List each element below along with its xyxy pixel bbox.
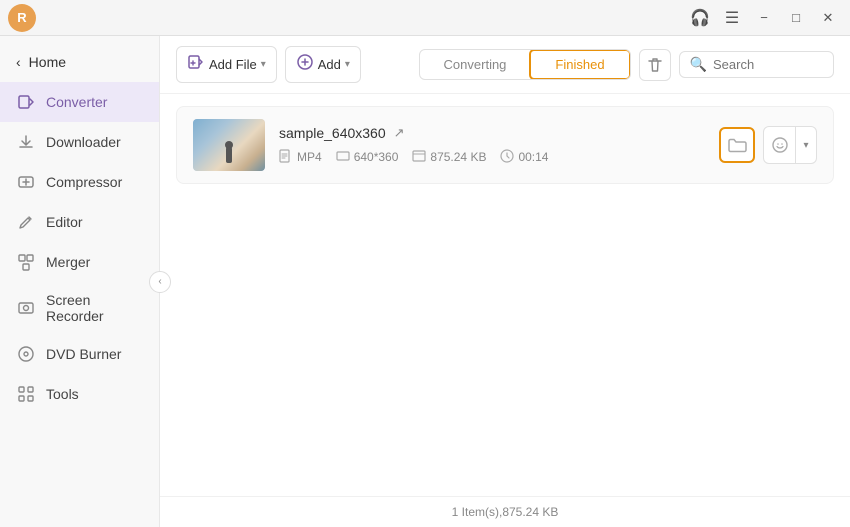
file-item: sample_640x360 ↗ MP4 <box>176 106 834 184</box>
sidebar-item-screen-recorder[interactable]: Screen Recorder <box>0 282 159 334</box>
search-box: 🔍 <box>679 51 834 78</box>
file-duration: 00:14 <box>500 149 548 166</box>
compressor-label: Compressor <box>46 174 122 190</box>
sidebar: ‹ Home Converter Downloader <box>0 36 160 527</box>
converter-label: Converter <box>46 94 107 110</box>
merger-label: Merger <box>46 254 90 270</box>
resolution-icon <box>336 149 350 166</box>
screen-recorder-label: Screen Recorder <box>46 292 143 324</box>
file-format: MP4 <box>279 149 322 166</box>
headphones-icon[interactable]: 🎧 <box>686 8 714 28</box>
sidebar-item-editor[interactable]: Editor <box>0 202 159 242</box>
converter-icon <box>16 92 36 112</box>
sidebar-home[interactable]: ‹ Home <box>0 46 159 78</box>
file-meta: MP4 640*360 <box>279 149 705 166</box>
menu-icon[interactable]: ☰ <box>718 8 746 28</box>
dvd-burner-label: DVD Burner <box>46 346 121 362</box>
home-label: Home <box>29 54 66 70</box>
add-file-icon <box>187 53 205 76</box>
search-input[interactable] <box>713 57 823 72</box>
dvd-burner-icon <box>16 344 36 364</box>
more-actions-button[interactable]: ▾ <box>763 126 817 164</box>
file-name: sample_640x360 <box>279 125 386 141</box>
status-bar: 1 Item(s),875.24 KB <box>160 496 850 527</box>
add-file-button[interactable]: Add File ▾ <box>176 46 277 83</box>
sidebar-item-downloader[interactable]: Downloader <box>0 122 159 162</box>
delete-button[interactable] <box>639 49 671 81</box>
minimize-button[interactable]: − <box>750 8 778 28</box>
file-info: sample_640x360 ↗ MP4 <box>279 125 705 166</box>
file-format-value: MP4 <box>297 150 322 164</box>
duration-icon <box>500 149 514 166</box>
sidebar-item-compressor[interactable]: Compressor <box>0 162 159 202</box>
sidebar-item-merger[interactable]: Merger <box>0 242 159 282</box>
tab-finished[interactable]: Finished <box>529 49 630 80</box>
sidebar-collapse-button[interactable]: ‹ <box>149 271 171 293</box>
tab-group: Converting Finished <box>419 49 631 80</box>
user-avatar[interactable]: R <box>8 4 36 32</box>
external-link-icon[interactable]: ↗ <box>394 125 405 141</box>
smiley-icon <box>764 127 796 163</box>
file-size-value: 875.24 KB <box>430 150 486 164</box>
sidebar-item-dvd-burner[interactable]: DVD Burner <box>0 334 159 374</box>
maximize-button[interactable]: □ <box>782 8 810 28</box>
file-resolution: 640*360 <box>336 149 399 166</box>
open-folder-button[interactable] <box>719 127 755 163</box>
toolbar-actions: 🔍 <box>639 49 834 81</box>
file-size: 875.24 KB <box>412 149 486 166</box>
editor-icon <box>16 212 36 232</box>
file-actions: ▾ <box>719 126 817 164</box>
sidebar-item-tools[interactable]: Tools <box>0 374 159 414</box>
file-duration-value: 00:14 <box>518 150 548 164</box>
add-icon <box>296 53 314 76</box>
compressor-icon <box>16 172 36 192</box>
file-list: sample_640x360 ↗ MP4 <box>160 94 850 496</box>
add-file-chevron-icon: ▾ <box>261 59 266 70</box>
status-summary: 1 Item(s),875.24 KB <box>452 505 559 519</box>
merger-icon <box>16 252 36 272</box>
screen-recorder-icon <box>16 298 36 318</box>
add-chevron-icon: ▾ <box>345 59 350 70</box>
toolbar: Add File ▾ Add ▾ Converting Finished <box>160 36 850 94</box>
downloader-icon <box>16 132 36 152</box>
editor-label: Editor <box>46 214 83 230</box>
search-icon: 🔍 <box>690 56 707 73</box>
main-content: Add File ▾ Add ▾ Converting Finished <box>160 36 850 527</box>
add-label: Add <box>318 57 341 72</box>
add-file-label: Add File <box>209 57 257 72</box>
downloader-label: Downloader <box>46 134 121 150</box>
title-bar: R 🎧 ☰ − □ ✕ <box>0 0 850 36</box>
format-icon <box>279 149 293 166</box>
file-resolution-value: 640*360 <box>354 150 399 164</box>
back-arrow-icon: ‹ <box>16 54 21 70</box>
size-icon <box>412 149 426 166</box>
tools-label: Tools <box>46 386 79 402</box>
file-thumbnail <box>193 119 265 171</box>
tools-icon <box>16 384 36 404</box>
file-thumbnail-image <box>193 119 265 171</box>
file-name-row: sample_640x360 ↗ <box>279 125 705 141</box>
more-chevron-icon: ▾ <box>796 127 816 163</box>
tab-converting[interactable]: Converting <box>420 50 531 79</box>
add-button[interactable]: Add ▾ <box>285 46 361 83</box>
sidebar-item-converter[interactable]: Converter <box>0 82 159 122</box>
close-button[interactable]: ✕ <box>814 8 842 28</box>
